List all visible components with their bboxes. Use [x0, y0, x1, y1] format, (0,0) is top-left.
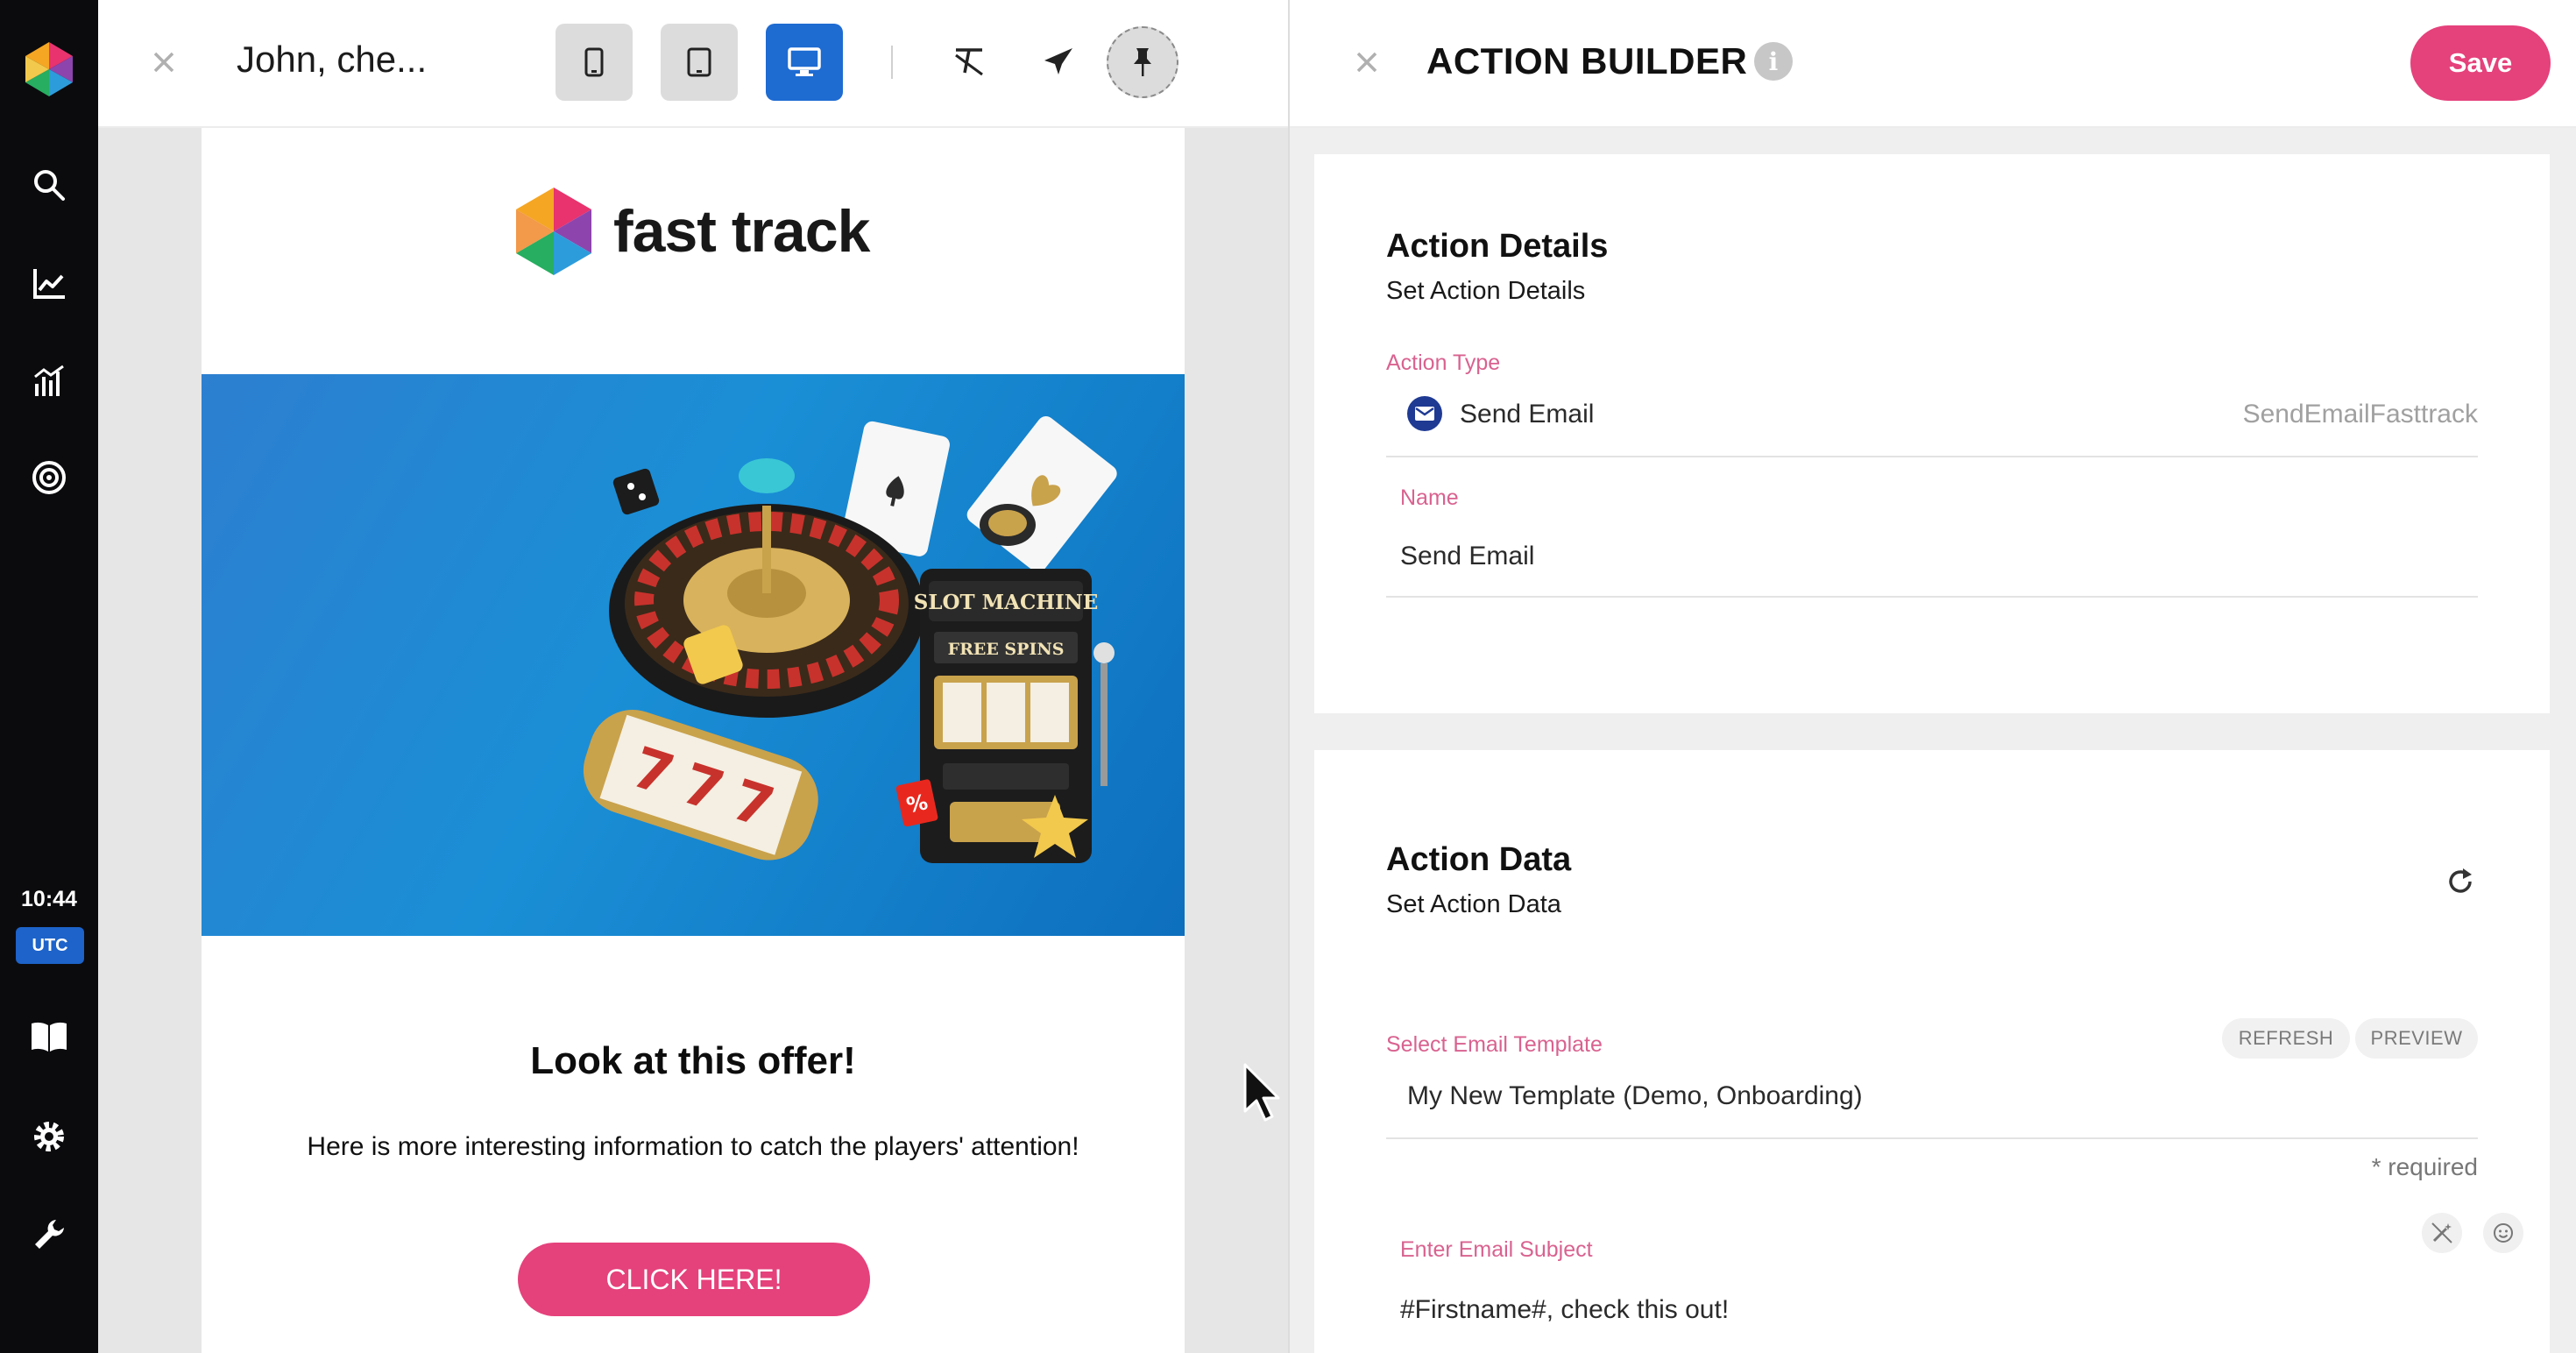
action-builder-header: ACTION BUILDER i Save	[1290, 0, 2576, 128]
dice	[612, 468, 660, 515]
wrench-icon[interactable]	[0, 1217, 98, 1252]
slot-reel-sevens: 7 7 7	[583, 710, 818, 861]
email-subject-label: Enter Email Subject	[1400, 1237, 1593, 1262]
playing-card-ace-hearts	[966, 416, 1117, 572]
mouse-cursor-icon	[1243, 1063, 1280, 1122]
left-nav-rail: 10:44 UTC	[0, 0, 98, 1353]
emoji-icon[interactable]	[2483, 1213, 2523, 1253]
analytics-icon[interactable]	[0, 267, 98, 301]
send-test-icon[interactable]	[1032, 35, 1085, 88]
svg-text:SLOT MACHINE: SLOT MACHINE	[914, 591, 1099, 614]
action-details-card: Action Details Set Action Details Action…	[1314, 154, 2550, 713]
brand-name: fast track	[613, 198, 870, 265]
preview-template-button[interactable]: PREVIEW	[2355, 1018, 2478, 1059]
action-data-title: Action Data	[1386, 841, 1572, 878]
casino-banner-image: 7 7 7 SLOT MACHINE FREE SPINS %	[202, 374, 1185, 936]
preview-toolbar: John, che...	[98, 0, 1288, 128]
close-preview-icon[interactable]	[141, 39, 187, 85]
action-type-value[interactable]: Send Email	[1460, 400, 1594, 429]
name-label: Name	[1400, 485, 1459, 510]
builder-title: ACTION BUILDER	[1426, 40, 1748, 81]
search-icon[interactable]	[0, 167, 98, 202]
action-details-subtitle: Set Action Details	[1386, 277, 1586, 305]
action-data-card: Action Data Set Action Data Select Email…	[1314, 750, 2550, 1353]
offer-body-text: Here is more interesting information to …	[307, 1132, 1079, 1161]
pin-icon[interactable]	[1107, 26, 1178, 98]
action-type-underline	[1386, 456, 2478, 457]
cta-button[interactable]: CLICK HERE!	[518, 1243, 870, 1316]
email-subject-input[interactable]: #Firstname#, check this out!	[1400, 1295, 1729, 1325]
magic-wand-icon[interactable]	[2422, 1213, 2462, 1253]
email-preview: fast track 7 7 7 SLOT MACHINE FREE SPINS…	[202, 128, 1185, 1353]
action-type-code: SendEmailFasttrack	[2242, 400, 2478, 429]
timezone-badge[interactable]: UTC	[16, 927, 84, 964]
slot-machine: SLOT MACHINE FREE SPINS	[914, 569, 1115, 863]
preview-title: John, che...	[237, 39, 428, 80]
name-underline	[1386, 596, 2478, 598]
clock-time: 10:44	[21, 887, 77, 911]
email-template-label: Select Email Template	[1386, 1032, 1603, 1057]
required-hint: * required	[2371, 1153, 2478, 1180]
app-logo-icon[interactable]	[0, 40, 98, 98]
clear-format-icon[interactable]	[943, 35, 995, 88]
offer-headline: Look at this offer!	[530, 1039, 856, 1082]
app-window: 10:44 UTC John, che... fast track 7 7 7 …	[0, 0, 2576, 1353]
brand-logo-icon	[516, 188, 591, 275]
mobile-view-button[interactable]	[556, 24, 633, 101]
info-icon[interactable]: i	[1754, 42, 1793, 81]
action-details-title: Action Details	[1386, 228, 1609, 265]
docs-book-icon[interactable]	[0, 1020, 98, 1053]
save-button[interactable]: Save	[2410, 25, 2551, 101]
brand-logo: fast track	[513, 186, 870, 277]
refresh-templates-button[interactable]: REFRESH	[2222, 1018, 2350, 1059]
svg-text:FREE SPINS: FREE SPINS	[948, 640, 1065, 659]
reset-icon[interactable]	[2441, 862, 2480, 901]
envelope-icon	[1407, 396, 1442, 431]
desktop-view-button[interactable]	[766, 24, 843, 101]
action-type-label: Action Type	[1386, 351, 1501, 375]
reports-icon[interactable]	[0, 365, 98, 400]
email-template-underline	[1386, 1137, 2478, 1139]
toolbar-divider	[891, 46, 893, 79]
action-data-subtitle: Set Action Data	[1386, 890, 1561, 918]
close-builder-icon[interactable]	[1344, 39, 1390, 85]
settings-gear-icon[interactable]	[0, 1119, 98, 1154]
target-icon[interactable]	[0, 459, 98, 496]
name-input[interactable]: Send Email	[1400, 542, 1534, 571]
email-template-select[interactable]: My New Template (Demo, Onboarding)	[1407, 1081, 1863, 1111]
tablet-view-button[interactable]	[661, 24, 738, 101]
